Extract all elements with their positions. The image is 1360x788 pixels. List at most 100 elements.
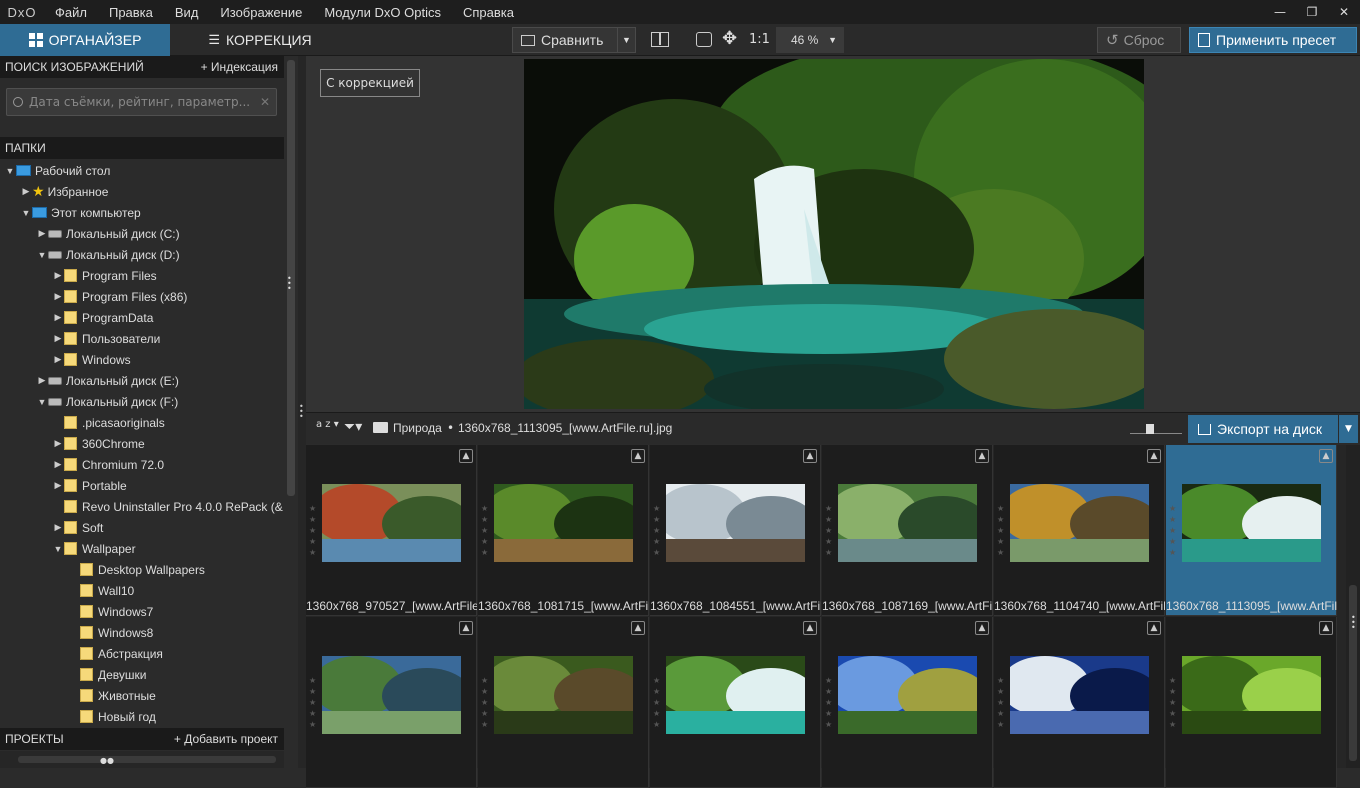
- tree-item[interactable]: Новый год: [68, 706, 156, 727]
- thumbnail-cell[interactable]: ▲ ★ ★ ★ ★ ★: [994, 617, 1165, 788]
- rating-stars-icon[interactable]: ★ ★ ★ ★ ★: [1169, 503, 1177, 558]
- tree-item[interactable]: ▶ Chromium 72.0: [52, 454, 165, 475]
- expand-arrow-icon[interactable]: ▼: [36, 250, 48, 260]
- tree-item[interactable]: ▼ Рабочий стол: [4, 160, 111, 181]
- rating-stars-icon[interactable]: ★ ★ ★ ★ ★: [1169, 675, 1177, 730]
- tree-item[interactable]: .picasaoriginals: [52, 412, 165, 433]
- tree-item[interactable]: ▼ Локальный диск (F:): [36, 391, 179, 412]
- thumbnail-cell[interactable]: ▲ ★ ★ ★ ★ ★ 1360x768_970527_[www.ArtFile...: [306, 445, 477, 616]
- export-options-chevron-icon[interactable]: ▼: [1339, 415, 1358, 443]
- rating-stars-icon[interactable]: ★ ★ ★ ★ ★: [997, 675, 1005, 730]
- tree-item[interactable]: ▶ ProgramData: [52, 307, 154, 328]
- tree-item[interactable]: ▶ Пользователи: [52, 328, 161, 349]
- move-icon[interactable]: ✥: [722, 28, 737, 49]
- maximize-button[interactable]: ❐: [1296, 0, 1328, 24]
- add-project-button[interactable]: + Добавить проект: [174, 732, 278, 746]
- expand-arrow-icon[interactable]: ▼: [4, 166, 16, 176]
- filter-icon[interactable]: ⏷▾: [344, 419, 362, 435]
- thumbnail-scrollbar[interactable]: • • •: [1346, 445, 1360, 768]
- clear-icon[interactable]: ✕: [260, 95, 270, 109]
- expand-arrow-icon[interactable]: ▼: [36, 397, 48, 407]
- menu-dxo-modules[interactable]: Модули DxO Optics: [313, 5, 452, 20]
- menu-edit[interactable]: Правка: [98, 5, 164, 20]
- tree-item[interactable]: ▼ Wallpaper: [52, 538, 136, 559]
- thumbnail-size-slider[interactable]: [1130, 422, 1182, 434]
- tree-item[interactable]: ▶ ★ Избранное: [20, 181, 109, 202]
- panel-splitter[interactable]: • • •: [298, 56, 306, 768]
- one-to-one-button[interactable]: 1:1: [749, 32, 770, 47]
- apply-preset-button[interactable]: Применить пресет: [1189, 27, 1357, 53]
- breadcrumb-folder[interactable]: Природа: [393, 421, 442, 435]
- rating-stars-icon[interactable]: ★ ★ ★ ★ ★: [653, 675, 661, 730]
- compare-button[interactable]: Сравнить ▼: [512, 27, 636, 53]
- tree-item[interactable]: ▶ Program Files: [52, 265, 157, 286]
- collapse-arrow-icon[interactable]: ▶: [52, 354, 64, 365]
- menu-help[interactable]: Справка: [452, 5, 525, 20]
- tree-item[interactable]: Revo Uninstaller Pro 4.0.0 RePack (& P: [52, 496, 284, 517]
- indexing-button[interactable]: + Индексация: [201, 60, 278, 74]
- split-view-icon[interactable]: [651, 32, 669, 47]
- tree-item[interactable]: Windows8: [68, 622, 153, 643]
- tree-item[interactable]: Desktop Wallpapers: [68, 559, 205, 580]
- tree-item[interactable]: ▶ Локальный диск (C:): [36, 223, 180, 244]
- collapse-arrow-icon[interactable]: ▶: [52, 522, 64, 533]
- thumbnail-cell[interactable]: ▲ ★ ★ ★ ★ ★: [1166, 617, 1337, 788]
- tree-item[interactable]: ▶ 360Chrome: [52, 433, 145, 454]
- rating-stars-icon[interactable]: ★ ★ ★ ★ ★: [481, 503, 489, 558]
- collapse-arrow-icon[interactable]: ▶: [20, 186, 32, 197]
- thumbnail-cell[interactable]: ▲ ★ ★ ★ ★ ★ 1360x768_1087169_[www.ArtFil...: [822, 445, 993, 616]
- tree-item[interactable]: Wall10: [68, 580, 134, 601]
- minimize-button[interactable]: —: [1264, 0, 1296, 24]
- tree-item[interactable]: ▶ Portable: [52, 475, 127, 496]
- horizontal-scrollbar[interactable]: ●●: [0, 751, 284, 768]
- tree-item[interactable]: ▼ Этот компьютер: [20, 202, 141, 223]
- thumbnail-cell[interactable]: ▲ ★ ★ ★ ★ ★ 1360x768_1084551_[www.ArtFil...: [650, 445, 821, 616]
- menu-view[interactable]: Вид: [164, 5, 210, 20]
- collapse-arrow-icon[interactable]: ▶: [52, 459, 64, 470]
- search-input[interactable]: Дата съёмки, рейтинг, параметр... ✕: [6, 88, 277, 116]
- rating-stars-icon[interactable]: ★ ★ ★ ★ ★: [825, 675, 833, 730]
- rating-stars-icon[interactable]: ★ ★ ★ ★ ★: [825, 503, 833, 558]
- collapse-arrow-icon[interactable]: ▶: [52, 438, 64, 449]
- collapse-arrow-icon[interactable]: ▶: [36, 228, 48, 239]
- thumbnail-cell[interactable]: ▲ ★ ★ ★ ★ ★: [650, 617, 821, 788]
- chevron-down-icon[interactable]: ▼: [617, 28, 635, 52]
- expand-arrow-icon[interactable]: ▼: [20, 208, 32, 218]
- tree-item[interactable]: Животные: [68, 685, 156, 706]
- thumbnail-cell[interactable]: ▲ ★ ★ ★ ★ ★: [478, 617, 649, 788]
- tree-item[interactable]: ▼ Локальный диск (D:): [36, 244, 180, 265]
- rating-stars-icon[interactable]: ★ ★ ★ ★ ★: [309, 675, 317, 730]
- rating-stars-icon[interactable]: ★ ★ ★ ★ ★: [481, 675, 489, 730]
- thumbnail-cell[interactable]: ▲ ★ ★ ★ ★ ★: [306, 617, 477, 788]
- rating-stars-icon[interactable]: ★ ★ ★ ★ ★: [997, 503, 1005, 558]
- export-to-disk-button[interactable]: Экспорт на диск: [1188, 415, 1338, 443]
- thumbnail-cell[interactable]: ▲ ★ ★ ★ ★ ★ 1360x768_1113095_[www.ArtFil...: [1166, 445, 1337, 616]
- sort-button[interactable]: a z ▾: [316, 420, 339, 430]
- collapse-arrow-icon[interactable]: ▶: [52, 312, 64, 323]
- tree-item[interactable]: ▶ Windows: [52, 349, 131, 370]
- collapse-arrow-icon[interactable]: ▶: [52, 270, 64, 281]
- collapse-arrow-icon[interactable]: ▶: [52, 291, 64, 302]
- fit-screen-icon[interactable]: [696, 32, 712, 47]
- tree-item[interactable]: Абстракция: [68, 643, 163, 664]
- tree-item[interactable]: Windows7: [68, 601, 153, 622]
- menu-image[interactable]: Изображение: [209, 5, 313, 20]
- collapse-arrow-icon[interactable]: ▶: [52, 333, 64, 344]
- collapse-arrow-icon[interactable]: ▶: [36, 375, 48, 386]
- tab-organizer[interactable]: ОРГАНАЙЗЕР: [0, 24, 170, 56]
- close-button[interactable]: ✕: [1328, 0, 1360, 24]
- menu-file[interactable]: Файл: [44, 5, 98, 20]
- zoom-select[interactable]: 46 % ▼: [776, 27, 844, 53]
- with-correction-label[interactable]: С коррекцией: [320, 69, 420, 97]
- collapse-arrow-icon[interactable]: ▶: [52, 480, 64, 491]
- rating-stars-icon[interactable]: ★ ★ ★ ★ ★: [653, 503, 661, 558]
- thumbnail-cell[interactable]: ▲ ★ ★ ★ ★ ★ 1360x768_1081715_[www.ArtFil...: [478, 445, 649, 616]
- expand-arrow-icon[interactable]: ▼: [52, 544, 64, 554]
- tree-item[interactable]: ▶ Локальный диск (E:): [36, 370, 179, 391]
- folder-tree-scrollbar[interactable]: • • •: [286, 56, 296, 768]
- tree-item[interactable]: ▶ Soft: [52, 517, 104, 538]
- reset-button[interactable]: ↺ Сброс: [1097, 27, 1181, 53]
- tab-correction[interactable]: ☰ КОРРЕКЦИЯ: [190, 24, 330, 56]
- tree-item[interactable]: ▶ Program Files (x86): [52, 286, 188, 307]
- thumbnail-cell[interactable]: ▲ ★ ★ ★ ★ ★ 1360x768_1104740_[www.ArtFil...: [994, 445, 1165, 616]
